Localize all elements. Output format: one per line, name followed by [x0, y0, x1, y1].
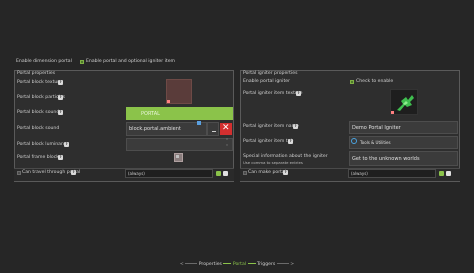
luminance-spinner[interactable]	[126, 138, 233, 151]
portal-igniter-title: Portal igniter properties	[243, 71, 298, 76]
tab-portal[interactable]: Portal	[233, 262, 246, 267]
igniter-name-field[interactable]: Demo Portal Igniter	[349, 121, 458, 134]
block-sound-label: Portal block sound	[17, 110, 60, 115]
igniter-tab-label: Portal igniter item tab	[243, 139, 294, 144]
igniter-texture-preview[interactable]	[390, 89, 418, 115]
left-condition-edit-button[interactable]	[216, 171, 221, 176]
help-icon[interactable]: ?	[71, 170, 76, 175]
block-luminance-label: Portal block luminance	[17, 142, 70, 147]
frame-block-icon[interactable]	[174, 153, 183, 162]
left-condition-field[interactable]: (always)	[125, 169, 213, 178]
sound-field[interactable]: block.portal.ambient	[126, 122, 207, 136]
tab-triggers[interactable]: Triggers	[257, 262, 275, 267]
help-icon[interactable]: ?	[58, 155, 63, 160]
right-condition-edit-button[interactable]	[439, 171, 444, 176]
frame-block-label: Portal frame block	[17, 155, 59, 160]
can-make-label: Can make portal	[248, 170, 286, 175]
can-make-checkbox[interactable]	[243, 171, 247, 175]
block-sound-label-2: Portal block sound	[17, 126, 60, 131]
right-condition-field[interactable]: (always)	[348, 169, 436, 178]
help-icon[interactable]: ?	[64, 142, 69, 147]
check-to-enable-label: Check to enable	[356, 79, 394, 84]
tab-icon	[351, 138, 357, 144]
special-info-field[interactable]: Get to the unknown worlds	[349, 151, 458, 166]
tab-divider	[247, 263, 256, 264]
sound-picker-button[interactable]	[207, 122, 219, 136]
special-info-note: Use comma to separate entries	[243, 160, 303, 165]
footer-tabs: < Properties Portal Triggers >	[0, 262, 474, 267]
sound-indicator-icon	[197, 121, 201, 125]
texture-marker-icon	[167, 100, 170, 103]
tab-divider	[185, 263, 198, 264]
tab-divider	[223, 263, 232, 264]
block-texture-label: Portal block texture	[17, 80, 62, 85]
clear-sound-button[interactable]: ✕	[220, 123, 232, 135]
help-icon[interactable]: ?	[296, 91, 301, 96]
igniter-tab-selector[interactable]: Tools & Utilities	[349, 136, 458, 149]
enable-igniter-checkbox[interactable]	[350, 79, 354, 84]
prev-arrow-icon[interactable]: <	[180, 262, 184, 267]
special-info-label: Special information about the igniter	[243, 154, 328, 159]
help-icon[interactable]: ?	[293, 124, 298, 129]
close-icon: ✕	[222, 123, 230, 133]
igniter-name-label: Portal igniter item name	[243, 124, 299, 129]
portal-properties-title: Portal properties	[17, 71, 56, 76]
next-arrow-icon[interactable]: >	[290, 262, 294, 267]
igniter-item-icon	[397, 95, 414, 111]
enable-dimension-label: Enable dimension portal	[16, 59, 72, 64]
left-condition-clear-button[interactable]	[223, 171, 228, 176]
tab-divider	[276, 263, 289, 264]
help-icon[interactable]: ?	[58, 95, 63, 100]
help-icon[interactable]: ?	[288, 139, 293, 144]
dash-icon	[212, 131, 216, 132]
help-icon[interactable]: ?	[283, 170, 288, 175]
enable-portal-checkbox[interactable]	[80, 59, 84, 64]
help-icon[interactable]: ?	[58, 110, 63, 115]
spinner-arrows-icon[interactable]: ˄ ˅	[226, 138, 228, 150]
enable-portal-label: Enable portal and optional igniter item	[86, 59, 175, 64]
tab-properties[interactable]: Properties	[199, 262, 222, 267]
texture-marker-icon	[391, 111, 394, 114]
enable-igniter-label: Enable portal igniter	[243, 79, 290, 84]
igniter-texture-label: Portal igniter item texture	[243, 91, 303, 96]
particles-selector[interactable]: PORTAL	[126, 107, 233, 120]
can-travel-checkbox[interactable]	[17, 171, 21, 175]
frame-block-icon-detail	[176, 155, 179, 158]
help-icon[interactable]: ?	[58, 80, 63, 85]
right-condition-clear-button[interactable]	[446, 171, 451, 176]
